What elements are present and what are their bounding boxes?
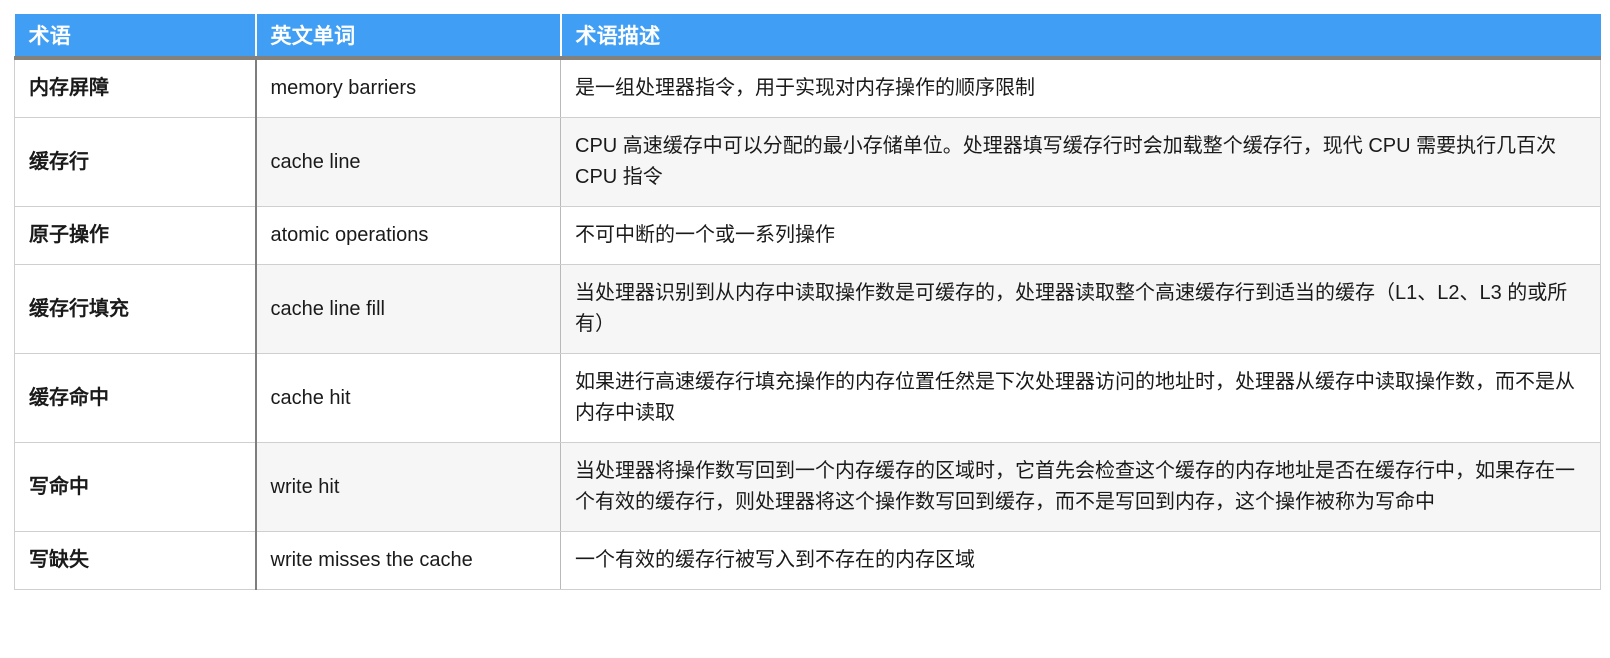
table-header-row: 术语 英文单词 术语描述 [14,14,1601,60]
glossary-table: 术语 英文单词 术语描述 内存屏障 memory barriers 是一组处理器… [14,14,1601,590]
table-row: 写缺失 write misses the cache 一个有效的缓存行被写入到不… [14,531,1601,590]
column-header-english: 英文单词 [255,14,562,60]
cell-term: 原子操作 [14,206,257,265]
cell-description: CPU 高速缓存中可以分配的最小存储单位。处理器填写缓存行时会加载整个缓存行，现… [560,117,1601,207]
cell-term: 缓存命中 [14,353,257,443]
table-row: 缓存命中 cache hit 如果进行高速缓存行填充操作的内存位置任然是下次处理… [14,353,1601,443]
cell-term: 写命中 [14,442,257,532]
table-row: 缓存行填充 cache line fill 当处理器识别到从内存中读取操作数是可… [14,264,1601,354]
table-row: 写命中 write hit 当处理器将操作数写回到一个内存缓存的区域时，它首先会… [14,442,1601,532]
cell-description: 如果进行高速缓存行填充操作的内存位置任然是下次处理器访问的地址时，处理器从缓存中… [560,353,1601,443]
table-row: 原子操作 atomic operations 不可中断的一个或一系列操作 [14,206,1601,265]
column-header-term: 术语 [14,14,257,60]
cell-english: atomic operations [255,206,561,265]
cell-english: cache line [255,117,561,207]
cell-english: write hit [255,442,561,532]
column-header-description: 术语描述 [560,14,1601,60]
cell-description: 当处理器识别到从内存中读取操作数是可缓存的，处理器读取整个高速缓存行到适当的缓存… [560,264,1601,354]
cell-term: 缓存行填充 [14,264,257,354]
table-row: 缓存行 cache line CPU 高速缓存中可以分配的最小存储单位。处理器填… [14,117,1601,207]
table-row: 内存屏障 memory barriers 是一组处理器指令，用于实现对内存操作的… [14,58,1601,118]
cell-description: 一个有效的缓存行被写入到不存在的内存区域 [560,531,1601,590]
cell-term: 写缺失 [14,531,257,590]
cell-description: 是一组处理器指令，用于实现对内存操作的顺序限制 [560,58,1601,118]
cell-english: cache line fill [255,264,561,354]
table-body: 内存屏障 memory barriers 是一组处理器指令，用于实现对内存操作的… [14,58,1601,590]
cell-english: write misses the cache [255,531,561,590]
cell-english: cache hit [255,353,561,443]
table-header: 术语 英文单词 术语描述 [14,14,1601,60]
cell-description: 当处理器将操作数写回到一个内存缓存的区域时，它首先会检查这个缓存的内存地址是否在… [560,442,1601,532]
cell-english: memory barriers [255,58,561,118]
cell-description: 不可中断的一个或一系列操作 [560,206,1601,265]
cell-term: 缓存行 [14,117,257,207]
cell-term: 内存屏障 [14,58,257,118]
